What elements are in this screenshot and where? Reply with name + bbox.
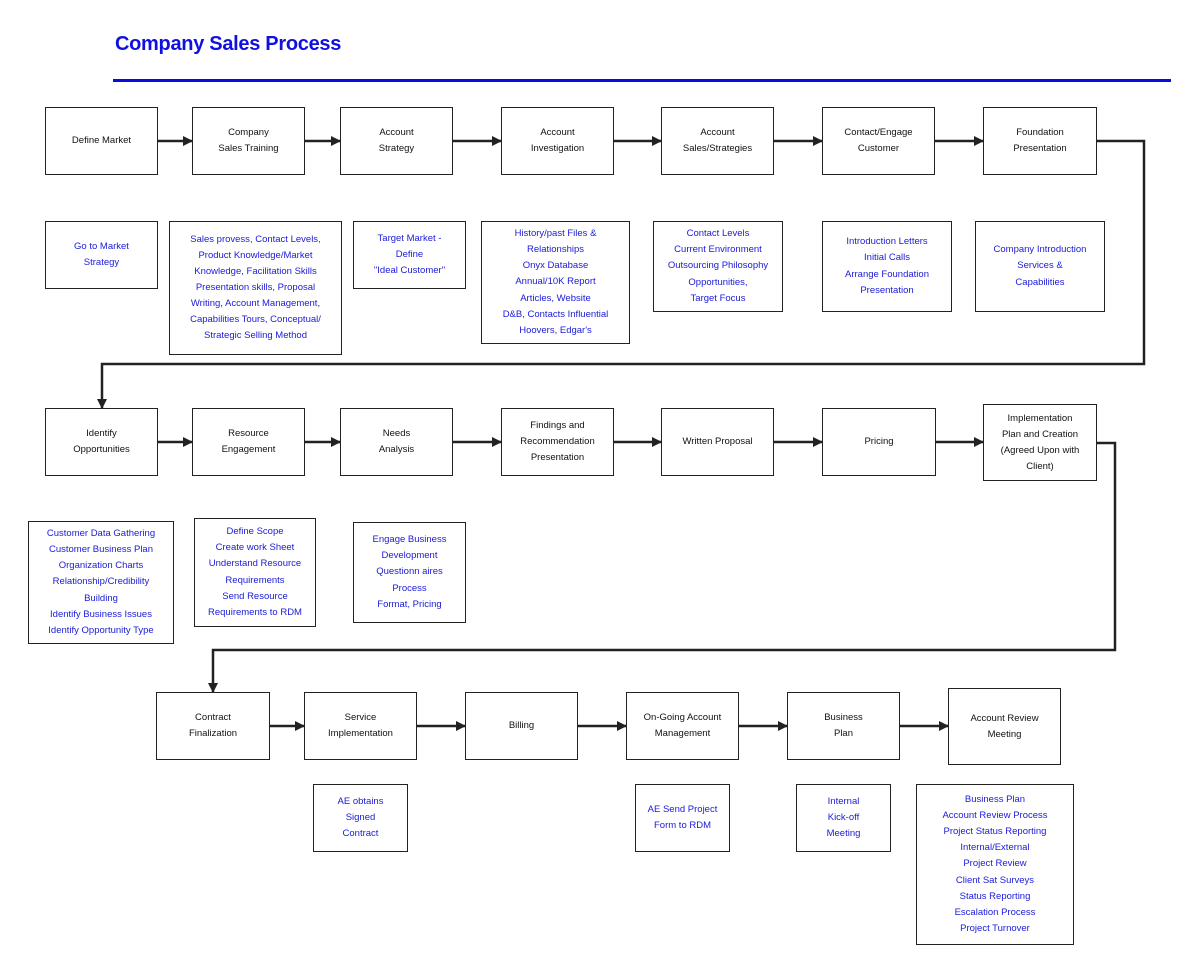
step-account-strategy[interactable]: Account Strategy [340,107,453,175]
step-service-implementation[interactable]: Service Implementation [304,692,417,760]
step-define-market[interactable]: Define Market [45,107,158,175]
step-contact-engage-customer[interactable]: Contact/Engage Customer [822,107,935,175]
note-company-sales-training: Sales provess, Contact Levels, Product K… [169,221,342,355]
step-written-proposal[interactable]: Written Proposal [661,408,774,476]
step-foundation-presentation[interactable]: Foundation Presentation [983,107,1097,175]
step-identify-opportunities[interactable]: Identify Opportunities [45,408,158,476]
step-account-investigation[interactable]: Account Investigation [501,107,614,175]
note-ongoing-account-management: AE Send Project Form to RDM [635,784,730,852]
note-account-review-meeting: Business Plan Account Review Process Pro… [916,784,1074,945]
note-identify-opportunities: Customer Data Gathering Customer Busines… [28,521,174,644]
note-service-implementation: AE obtains Signed Contract [313,784,408,852]
note-account-investigation: History/past Files & Relationships Onyx … [481,221,630,344]
note-resource-engagement: Define Scope Create work Sheet Understan… [194,518,316,627]
note-account-strategy: Target Market - Define "Ideal Customer" [353,221,466,289]
step-pricing[interactable]: Pricing [822,408,936,476]
step-billing[interactable]: Billing [465,692,578,760]
step-company-sales-training[interactable]: Company Sales Training [192,107,305,175]
arrow-implementation-plan-to-contract-finalization [208,441,1117,693]
step-needs-analysis[interactable]: Needs Analysis [340,408,453,476]
step-resource-engagement[interactable]: Resource Engagement [192,408,305,476]
note-contact-engage-customer: Introduction Letters Initial Calls Arran… [822,221,952,312]
note-needs-analysis: Engage Business Development Questionn ai… [353,522,466,623]
note-foundation-presentation: Company Introduction Services & Capabili… [975,221,1105,312]
step-account-sales-strategies[interactable]: Account Sales/Strategies [661,107,774,175]
step-contract-finalization[interactable]: Contract Finalization [156,692,270,760]
step-business-plan[interactable]: Business Plan [787,692,900,760]
step-ongoing-account-management[interactable]: On-Going Account Management [626,692,739,760]
step-findings-recommendation[interactable]: Findings and Recommendation Presentation [501,408,614,476]
note-define-market: Go to Market Strategy [45,221,158,289]
note-account-sales-strategies: Contact Levels Current Environment Outso… [653,221,783,312]
note-business-plan: Internal Kick-off Meeting [796,784,891,852]
step-implementation-plan[interactable]: Implementation Plan and Creation (Agreed… [983,404,1097,481]
step-account-review-meeting[interactable]: Account Review Meeting [948,688,1061,765]
